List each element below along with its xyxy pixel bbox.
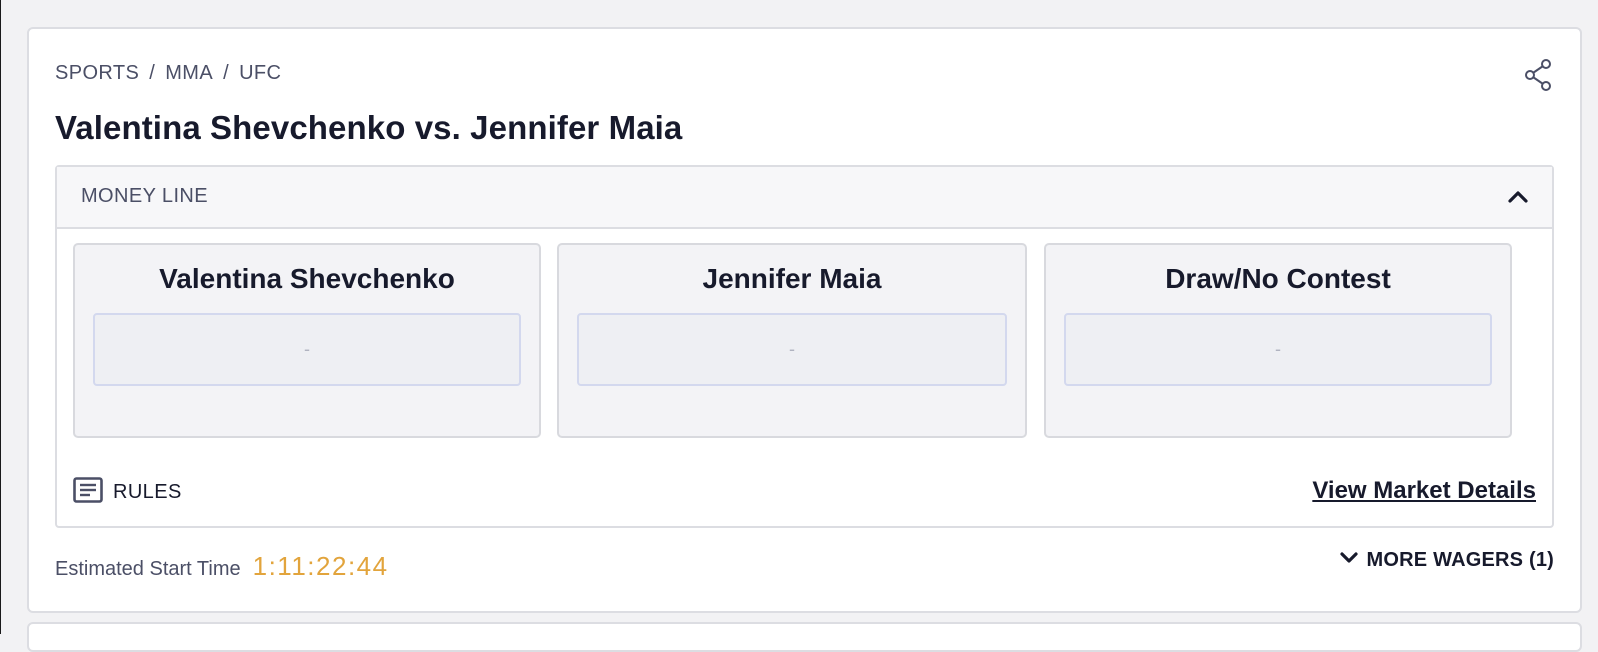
odds-button[interactable]: - <box>1064 313 1492 386</box>
outcome-name: Valentina Shevchenko <box>159 263 455 294</box>
odds-button[interactable]: - <box>93 313 521 386</box>
outcome-name: Draw/No Contest <box>1165 263 1391 294</box>
rules-button[interactable]: RULES <box>73 477 182 508</box>
money-line-market: MONEY LINE Valentina Shevchenko - Jennif… <box>55 165 1554 528</box>
estimated-start: Estimated Start Time 1:11:22:44 <box>55 551 389 582</box>
outcome-name: Jennifer Maia <box>702 263 882 294</box>
start-time-label: Estimated Start Time <box>55 558 241 580</box>
chevron-down-icon <box>1339 550 1359 571</box>
odds-button[interactable]: - <box>577 313 1007 386</box>
document-lines-icon <box>73 477 103 508</box>
breadcrumb-separator: / <box>149 62 156 84</box>
more-wagers-label: MORE WAGERS (1) <box>1366 549 1554 571</box>
event-title: Valentina Shevchenko vs. Jennifer Maia <box>55 109 683 146</box>
chevron-up-icon[interactable] <box>1506 185 1530 209</box>
rules-label: RULES <box>113 481 182 503</box>
page-edge <box>0 0 1 634</box>
breadcrumb-separator: / <box>223 62 230 84</box>
event-card: SPORTS / MMA / UFC Valentina Shevchenko … <box>27 27 1582 613</box>
outcome-card: Valentina Shevchenko - <box>73 243 541 438</box>
outcome-list: Valentina Shevchenko - Jennifer Maia - D… <box>73 243 1536 438</box>
share-icon[interactable] <box>1522 57 1554 93</box>
outcome-card: Draw/No Contest - <box>1044 243 1512 438</box>
breadcrumb-item-ufc[interactable]: UFC <box>239 62 281 85</box>
outcome-card: Jennifer Maia - <box>557 243 1027 438</box>
breadcrumb: SPORTS / MMA / UFC <box>55 62 281 85</box>
next-event-card <box>27 622 1582 652</box>
market-header[interactable]: MONEY LINE <box>57 167 1552 229</box>
breadcrumb-item-sports[interactable]: SPORTS <box>55 62 139 85</box>
breadcrumb-item-mma[interactable]: MMA <box>165 62 213 85</box>
view-market-details-link[interactable]: View Market Details <box>1312 477 1536 505</box>
more-wagers-button[interactable]: MORE WAGERS (1) <box>1339 549 1554 572</box>
countdown-timer: 1:11:22:44 <box>252 551 389 581</box>
market-label: MONEY LINE <box>81 185 208 207</box>
